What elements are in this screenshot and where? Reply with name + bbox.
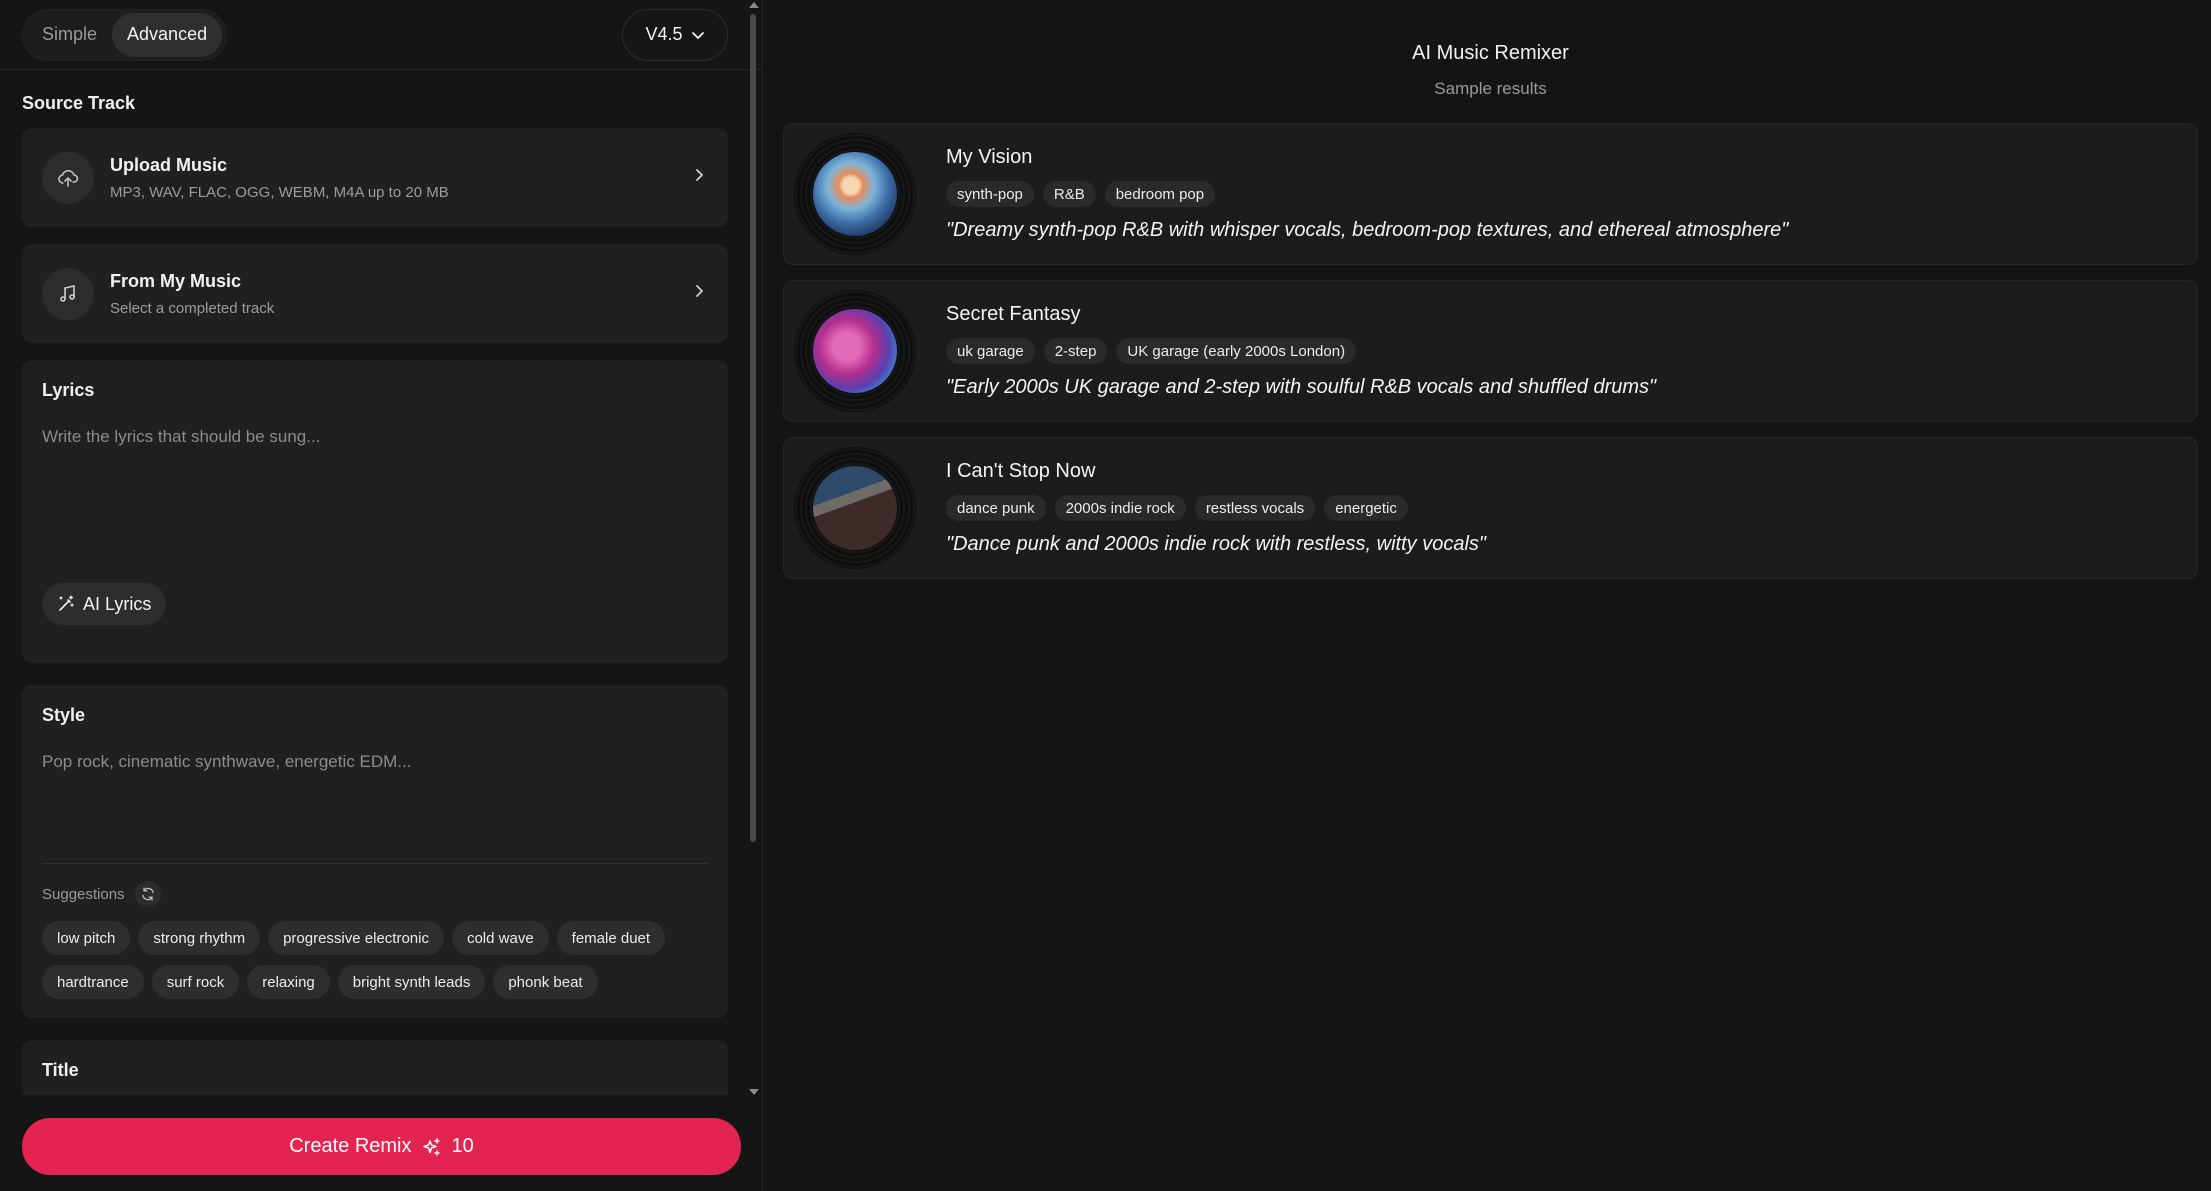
lyrics-label: Lyrics [42, 380, 95, 400]
result-prompt: "Dance punk and 2000s indie rock with re… [946, 533, 1487, 555]
suggestion-chip[interactable]: progressive electronic [268, 921, 444, 955]
top-bar: Simple Advanced V4.5 [0, 0, 762, 70]
mode-simple-tab[interactable]: Simple [27, 13, 112, 57]
version-label: V4.5 [645, 24, 683, 44]
suggestion-chip[interactable]: strong rhythm [138, 921, 261, 955]
suggestion-chip[interactable]: hardtrance [42, 965, 144, 999]
from-my-music-title: From My Music [110, 270, 242, 291]
result-card[interactable]: I Can't Stop Now dance punk 2000s indie … [783, 437, 2198, 579]
from-my-music-text: From My Music Select a completed track [110, 271, 692, 317]
suggestion-chips: low pitch strong rhythm progressive elec… [42, 921, 708, 999]
style-input[interactable]: Pop rock, cinematic synthwave, energetic… [42, 752, 708, 772]
cover-art [813, 152, 897, 236]
result-title: My Vision [946, 146, 1033, 168]
results-title: AI Music Remixer [1412, 42, 1569, 64]
genre-tag: dance punk [946, 495, 1046, 521]
result-info: Secret Fantasy uk garage 2-step UK garag… [946, 303, 1656, 399]
vinyl-disc [794, 133, 916, 255]
credits-count: 10 [451, 1135, 474, 1157]
result-card[interactable]: Secret Fantasy uk garage 2-step UK garag… [783, 280, 2198, 422]
suggestion-chip[interactable]: low pitch [42, 921, 131, 955]
app: Simple Advanced V4.5 Source Track Upload… [0, 0, 2211, 1191]
title-label: Title [42, 1060, 79, 1080]
result-info: My Vision synth-pop R&B bedroom pop "Dre… [946, 146, 1788, 242]
form-scroll-area[interactable]: Source Track Upload Music MP3, WAV, FLAC… [0, 71, 747, 1095]
vinyl-disc [794, 290, 916, 412]
result-title: I Can't Stop Now [946, 460, 1096, 482]
refresh-icon [141, 887, 154, 901]
magic-wand-icon [59, 595, 74, 611]
style-divider [42, 863, 708, 864]
result-tags: dance punk 2000s indie rock restless voc… [946, 495, 1486, 521]
sparkles-icon [422, 1137, 440, 1156]
results-header: AI Music Remixer Sample results [783, 0, 2198, 99]
upload-music-formats: MP3, WAV, FLAC, OGG, WEBM, M4A up to 20 … [110, 183, 449, 201]
result-title: Secret Fantasy [946, 303, 1081, 325]
refresh-suggestions-button[interactable] [134, 881, 161, 907]
source-track-heading: Source Track [22, 93, 136, 113]
result-card[interactable]: My Vision synth-pop R&B bedroom pop "Dre… [783, 123, 2198, 265]
version-select[interactable]: V4.5 [622, 8, 728, 61]
genre-tag: synth-pop [946, 181, 1034, 207]
genre-tag: R&B [1042, 181, 1096, 207]
genre-tag: 2000s indie rock [1054, 495, 1186, 521]
remix-form-panel: Simple Advanced V4.5 Source Track Upload… [0, 0, 763, 1191]
mode-toggle: Simple Advanced [22, 8, 228, 61]
cloud-upload-icon [58, 169, 79, 187]
style-label: Style [42, 705, 86, 725]
ai-lyrics-button[interactable]: AI Lyrics [42, 583, 167, 625]
suggestion-chip[interactable]: surf rock [151, 965, 240, 999]
result-prompt: "Early 2000s UK garage and 2-step with s… [946, 376, 1657, 398]
genre-tag: uk garage [946, 338, 1035, 364]
genre-tag: bedroom pop [1104, 181, 1216, 207]
results-panel: AI Music Remixer Sample results My Visio… [763, 0, 2211, 1191]
upload-music-text: Upload Music MP3, WAV, FLAC, OGG, WEBM, … [110, 155, 692, 201]
music-icon-wrap [42, 267, 94, 320]
genre-tag: restless vocals [1194, 495, 1316, 521]
cover-art [813, 466, 897, 550]
suggestions-label: Suggestions [42, 885, 125, 903]
results-subtitle: Sample results [1434, 79, 1547, 98]
chevron-right-icon [692, 284, 706, 303]
lyrics-input[interactable]: Write the lyrics that should be sung... [42, 427, 708, 447]
upload-icon-wrap [42, 151, 94, 204]
chevron-down-icon [691, 31, 704, 39]
suggestion-chip[interactable]: cold wave [451, 921, 549, 955]
upload-music-title: Upload Music [110, 154, 228, 175]
lyrics-panel: Lyrics Write the lyrics that should be s… [22, 360, 728, 663]
suggestion-chip[interactable]: phonk beat [493, 965, 598, 999]
scrollbar-thumb[interactable] [750, 14, 756, 842]
title-panel: Title [22, 1040, 728, 1095]
music-note-icon [60, 284, 75, 302]
upload-music-card[interactable]: Upload Music MP3, WAV, FLAC, OGG, WEBM, … [22, 128, 728, 227]
mode-advanced-tab[interactable]: Advanced [112, 12, 223, 57]
results-list: My Vision synth-pop R&B bedroom pop "Dre… [783, 123, 2198, 579]
suggestion-chip[interactable]: relaxing [247, 965, 330, 999]
scroll-down-arrow[interactable] [749, 1089, 759, 1095]
result-tags: uk garage 2-step UK garage (early 2000s … [946, 338, 1656, 364]
suggestions-header: Suggestions [42, 881, 161, 907]
create-remix-button[interactable]: Create Remix 10 [22, 1118, 741, 1175]
form-scrollbar[interactable] [747, 0, 759, 1097]
ai-lyrics-label: AI Lyrics [83, 593, 152, 614]
create-remix-label: Create Remix [289, 1135, 412, 1157]
vinyl-disc [794, 447, 916, 569]
genre-tag: 2-step [1043, 338, 1108, 364]
scroll-up-arrow[interactable] [749, 2, 759, 8]
result-prompt: "Dreamy synth-pop R&B with whisper vocal… [946, 219, 1789, 241]
suggestion-chip[interactable]: bright synth leads [337, 965, 486, 999]
result-tags: synth-pop R&B bedroom pop [946, 181, 1788, 207]
result-info: I Can't Stop Now dance punk 2000s indie … [946, 460, 1486, 556]
chevron-right-icon [692, 168, 706, 187]
from-my-music-subtitle: Select a completed track [110, 299, 275, 317]
style-panel: Style Pop rock, cinematic synthwave, ene… [22, 685, 728, 1018]
genre-tag: UK garage (early 2000s London) [1116, 338, 1357, 364]
from-my-music-card[interactable]: From My Music Select a completed track [22, 244, 728, 343]
cover-art [813, 309, 897, 393]
suggestion-chip[interactable]: female duet [556, 921, 666, 955]
genre-tag: energetic [1324, 495, 1408, 521]
